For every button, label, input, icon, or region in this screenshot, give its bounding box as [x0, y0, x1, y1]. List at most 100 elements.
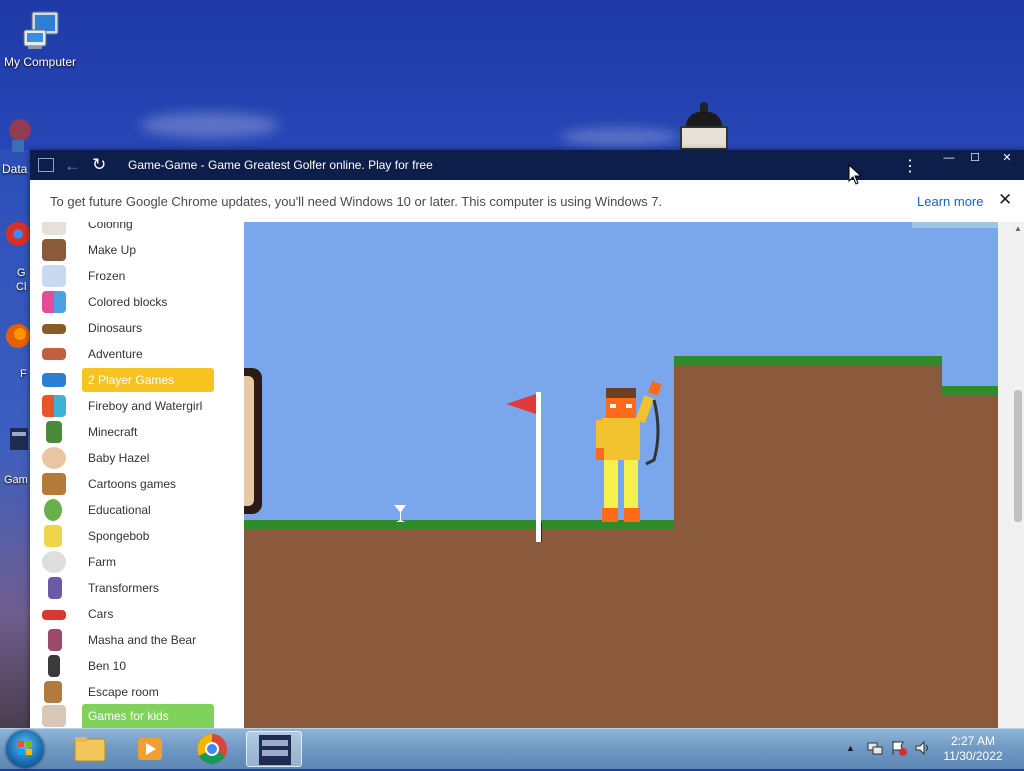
- cloud-decoration: [140, 112, 280, 138]
- chrome-icon: [6, 222, 30, 246]
- infobar-close-button[interactable]: ✕: [998, 190, 1012, 210]
- kebab-menu-icon[interactable]: ⋮: [902, 156, 918, 176]
- desktop-icon-firefox[interactable]: F: [0, 320, 30, 380]
- sidebar-item-spongebob[interactable]: Spongebob: [40, 524, 240, 548]
- sidebar-item-fireboy-and-watergirl[interactable]: Fireboy and Watergirl: [40, 394, 240, 418]
- sidebar-item-transformers[interactable]: Transformers: [40, 576, 240, 600]
- desktop-icon-label: F: [20, 368, 27, 380]
- sidebar-item-educational[interactable]: Educational: [40, 498, 240, 522]
- sidebar-item-label: Minecraft: [88, 425, 138, 439]
- clock-date: 11/30/2022: [943, 749, 1003, 763]
- start-button[interactable]: [6, 730, 44, 768]
- maximize-button[interactable]: ☐: [960, 151, 990, 167]
- category-thumbnail: [42, 222, 66, 235]
- category-thumbnail: [42, 265, 66, 287]
- category-thumbnail: [42, 373, 66, 387]
- sidebar-item-label: Escape room: [88, 685, 159, 699]
- desktop-icon-chrome[interactable]: G Cl: [0, 220, 30, 293]
- sidebar-item-farm[interactable]: Farm: [40, 550, 240, 574]
- sidebar-item-coloring[interactable]: Coloring: [40, 222, 240, 236]
- sidebar-item-frozen[interactable]: Frozen: [40, 264, 240, 288]
- action-center-flag-icon[interactable]: [890, 739, 908, 757]
- data-icon: [9, 119, 31, 152]
- sidebar-item-colored-blocks[interactable]: Colored blocks: [40, 290, 240, 314]
- gamegame-app-icon: [259, 735, 291, 765]
- sidebar-item-games-for-kids[interactable]: Games for kids: [40, 704, 240, 730]
- category-sidebar: Coloring Make Up Frozen Colored blocks D…: [30, 222, 244, 730]
- desktop-icon-data[interactable]: Data: [0, 118, 34, 176]
- tray-expand-icon[interactable]: ▲: [846, 743, 855, 753]
- golfer-character: [596, 380, 662, 522]
- sidebar-item-label: Fireboy and Watergirl: [88, 399, 203, 413]
- sidebar-item-cars[interactable]: Cars: [40, 602, 240, 626]
- sidebar-item-label: Dinosaurs: [88, 321, 143, 335]
- gamegame-icon: [10, 428, 28, 450]
- category-thumbnail: [42, 291, 66, 313]
- firefox-icon: [6, 324, 30, 348]
- category-thumbnail: [42, 705, 66, 727]
- plateau-grass: [674, 356, 942, 365]
- learn-more-link[interactable]: Learn more: [917, 194, 983, 209]
- sidebar-item-dinosaurs[interactable]: Dinosaurs: [40, 316, 240, 340]
- taskbar: ▲ 2:27 AM 11/30/2022: [0, 728, 1024, 769]
- infobar-message: To get future Google Chrome updates, you…: [50, 194, 663, 209]
- sidebar-item-label: Educational: [88, 503, 151, 517]
- volume-icon[interactable]: [914, 739, 932, 757]
- plateau-ground: [674, 358, 942, 730]
- sidebar-item-adventure[interactable]: Adventure: [40, 342, 240, 366]
- desktop-icon-label: My Computer: [3, 55, 77, 69]
- desktop-icon-label: G Cl: [16, 267, 27, 293]
- sidebar-item-label: Cartoons games: [88, 477, 177, 491]
- sidebar-item-label: Make Up: [88, 243, 137, 257]
- category-thumbnail: [42, 324, 66, 334]
- scroll-up-arrow-icon[interactable]: ▲: [1014, 224, 1022, 233]
- sidebar-item-label: Ben 10: [88, 659, 127, 673]
- category-thumbnail: [42, 551, 66, 573]
- sidebar-item-make-up[interactable]: Make Up: [40, 238, 240, 262]
- desktop-icon-gamegame[interactable]: Gam: [0, 424, 30, 486]
- sidebar-item-baby-hazel[interactable]: Baby Hazel: [40, 446, 240, 470]
- title-bar: ← ↻ Game-Game - Game Greatest Golfer onl…: [30, 150, 1024, 180]
- step-ground: [942, 388, 998, 730]
- sidebar-item-label: Adventure: [88, 347, 143, 361]
- system-clock[interactable]: 2:27 AM 11/30/2022: [936, 734, 1010, 764]
- sidebar-item-2-player-games[interactable]: 2 Player Games: [40, 368, 240, 392]
- category-thumbnail: [46, 421, 62, 443]
- sidebar-item-cartoons-games[interactable]: Cartoons games: [40, 472, 240, 496]
- sidebar-item-label: Frozen: [88, 269, 126, 283]
- scrollbar-thumb[interactable]: [1014, 390, 1022, 522]
- close-window-button[interactable]: ✕: [992, 151, 1022, 167]
- taskbar-media-player-button[interactable]: [122, 731, 178, 767]
- sidebar-item-escape-room[interactable]: Escape room: [40, 680, 240, 704]
- network-icon[interactable]: [866, 739, 884, 757]
- site-logo-icon: [38, 158, 54, 172]
- page-scrollbar[interactable]: ▲: [998, 222, 1024, 730]
- category-thumbnail: [44, 499, 62, 521]
- category-thumbnail: [42, 610, 66, 620]
- desktop-icon-my-computer[interactable]: My Computer: [2, 8, 78, 69]
- reload-icon[interactable]: ↻: [92, 155, 106, 175]
- sidebar-item-label: Games for kids: [88, 709, 169, 723]
- game-canvas[interactable]: [244, 222, 998, 730]
- taskbar-explorer-button[interactable]: [62, 731, 118, 767]
- category-thumbnail: [42, 395, 66, 417]
- flag-pole: [536, 392, 541, 542]
- category-thumbnail: [48, 655, 60, 677]
- computer-icon: [23, 11, 59, 49]
- sidebar-item-label: Spongebob: [88, 529, 150, 543]
- category-thumbnail: [44, 525, 62, 547]
- taskbar-chrome-button[interactable]: [184, 731, 240, 767]
- flag-icon: [506, 394, 536, 414]
- category-thumbnail: [42, 348, 66, 360]
- taskbar-gamegame-button[interactable]: [246, 731, 302, 767]
- sidebar-item-minecraft[interactable]: Minecraft: [40, 420, 240, 444]
- sidebar-item-masha-and-the-bear[interactable]: Masha and the Bear: [40, 628, 240, 652]
- step-grass: [942, 386, 998, 395]
- browser-window: ← ↻ Game-Game - Game Greatest Golfer onl…: [30, 150, 1024, 730]
- sidebar-item-label: Colored blocks: [88, 295, 168, 309]
- desktop-icon-label: Data: [2, 162, 28, 176]
- back-arrow-icon[interactable]: ←: [64, 156, 81, 176]
- category-thumbnail: [42, 239, 66, 261]
- sidebar-item-ben-10[interactable]: Ben 10: [40, 654, 240, 678]
- clock-time: 2:27 AM: [950, 734, 996, 748]
